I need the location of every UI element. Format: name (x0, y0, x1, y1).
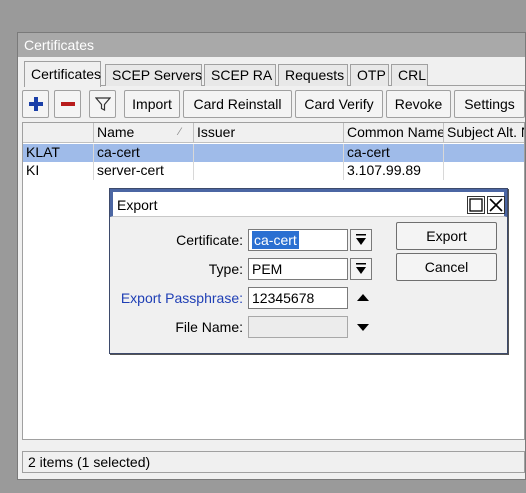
dropdown-icon (356, 234, 366, 245)
certificate-value: ca-cert (252, 231, 299, 249)
tab-otp[interactable]: OTP (350, 64, 389, 86)
row-issuer (194, 162, 344, 180)
filter-icon (94, 97, 111, 111)
dropdown-icon (356, 263, 366, 274)
export-passphrase-label: Export Passphrase: (120, 290, 243, 306)
window-title: Certificates (18, 33, 525, 57)
toolbar: Import Card Reinstall Card Verify Revoke… (22, 90, 525, 120)
cancel-button[interactable]: Cancel (396, 253, 497, 281)
revoke-button[interactable]: Revoke (386, 90, 451, 118)
row-flags: KLAT (23, 144, 94, 162)
table-row[interactable]: KLAT ca-cert ca-cert (23, 144, 524, 162)
type-dropdown-button[interactable] (350, 258, 372, 280)
row-flags: KI (23, 162, 94, 180)
row-subject-alt-name (444, 144, 524, 162)
status-bar: 2 items (1 selected) (22, 451, 525, 473)
filter-button[interactable] (89, 90, 116, 118)
maximize-button[interactable] (467, 196, 485, 214)
passphrase-collapse-button[interactable] (352, 287, 374, 309)
row-issuer (194, 144, 344, 162)
certificate-dropdown-button[interactable] (350, 229, 372, 251)
close-button[interactable] (487, 196, 505, 214)
add-icon (28, 97, 43, 111)
settings-button[interactable]: Settings (454, 90, 525, 118)
row-common-name: ca-cert (344, 144, 444, 162)
tab-requests[interactable]: Requests (278, 64, 348, 86)
row-common-name: 3.107.99.89 (344, 162, 444, 180)
import-button[interactable]: Import (124, 90, 180, 118)
type-select[interactable]: PEM (248, 258, 348, 280)
column-issuer[interactable]: Issuer (194, 123, 344, 143)
tab-bar: Certificates SCEP Servers SCEP RA Reques… (24, 61, 525, 87)
table-row[interactable]: KI server-cert 3.107.99.89 (23, 162, 524, 180)
export-passphrase-input[interactable]: 12345678 (248, 287, 348, 309)
maximize-icon (469, 198, 483, 212)
tab-scep-servers[interactable]: SCEP Servers (105, 64, 202, 86)
export-button[interactable]: Export (396, 222, 497, 250)
dialog-title-bar[interactable]: Export (110, 189, 507, 217)
remove-icon (60, 102, 75, 106)
column-common-name[interactable]: Common Name (344, 123, 444, 143)
row-name: ca-cert (94, 144, 194, 162)
row-subject-alt-name (444, 162, 524, 180)
file-name-input[interactable] (248, 316, 348, 338)
tab-crl[interactable]: CRL (391, 64, 428, 86)
remove-button[interactable] (54, 90, 81, 118)
tab-certificates[interactable]: Certificates (24, 61, 101, 87)
card-verify-button[interactable]: Card Verify (295, 90, 383, 118)
certificate-select[interactable]: ca-cert (248, 229, 348, 251)
add-button[interactable] (22, 90, 49, 118)
close-icon (489, 198, 503, 212)
file-name-expand-button[interactable] (352, 316, 374, 338)
dialog-title: Export (117, 197, 158, 213)
sort-icon: ⁄ (179, 126, 181, 138)
certificate-label: Certificate: (176, 232, 243, 248)
file-name-label: File Name: (175, 319, 243, 335)
tab-scep-ra[interactable]: SCEP RA (204, 64, 276, 86)
table-header: Name ⁄ Issuer Common Name Subject Alt. N (23, 123, 524, 143)
type-label: Type: (208, 261, 243, 277)
expand-down-icon (357, 324, 369, 331)
column-subject-alt-name[interactable]: Subject Alt. N (444, 123, 524, 143)
column-flags[interactable] (23, 123, 94, 143)
expand-up-icon (357, 294, 369, 301)
card-reinstall-button[interactable]: Card Reinstall (183, 90, 292, 118)
export-dialog: Export Certificate: ca-cert Type: PEM Ex… (109, 188, 508, 354)
row-name: server-cert (94, 162, 194, 180)
